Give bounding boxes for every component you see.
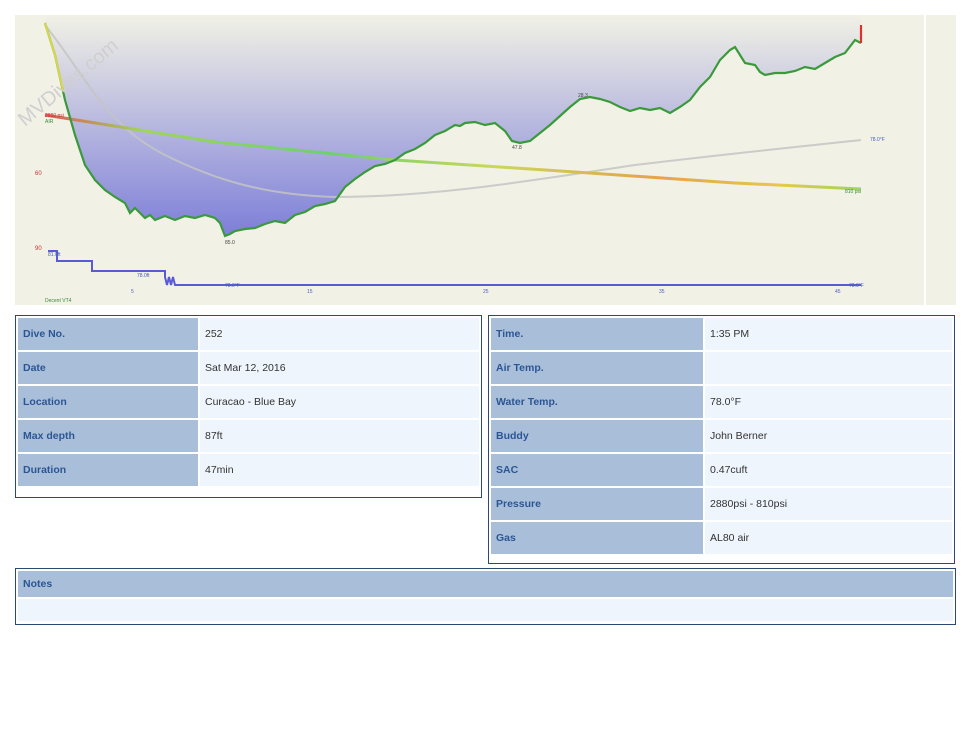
- max-depth-value: 87ft: [200, 420, 479, 452]
- duration-value: 47min: [200, 454, 479, 486]
- time-value: 1:35 PM: [705, 318, 952, 350]
- gas-label: Gas: [491, 522, 703, 554]
- time-label: Time.: [491, 318, 703, 350]
- x-tick-35: 35: [659, 289, 665, 295]
- table-row: Location Curacao - Blue Bay: [18, 386, 479, 418]
- sac-label: SAC: [491, 454, 703, 486]
- x-tick-5: 5: [131, 289, 134, 295]
- notes-panel: Notes: [15, 568, 956, 625]
- start-gas-label: AIR: [45, 119, 54, 125]
- point-label-1: 47.8: [512, 145, 522, 151]
- dive-conditions-table: Time. 1:35 PM Air Temp. Water Temp. 78.0…: [489, 316, 954, 556]
- water-temp-label: Water Temp.: [491, 386, 703, 418]
- sac-value: 0.47cuft: [705, 454, 952, 486]
- location-label: Location: [18, 386, 198, 418]
- date-label: Date: [18, 352, 198, 384]
- x-tick-15: 15: [307, 289, 313, 295]
- point-label-2: 28.3: [578, 93, 588, 99]
- location-value: Curacao - Blue Bay: [200, 386, 479, 418]
- temp-label: 78.0°F: [870, 137, 885, 143]
- pressure-label: Pressure: [491, 488, 703, 520]
- footer-label: Decent VT4: [45, 298, 72, 304]
- x-tick-45: 45: [835, 289, 841, 295]
- max-depth-field-label: Max depth: [18, 420, 198, 452]
- ceiling-label-3: 78.0°F: [225, 283, 240, 289]
- ceiling-label-4: 78.0°F: [849, 283, 864, 289]
- buddy-label: Buddy: [491, 420, 703, 452]
- max-depth-label: 85.0: [225, 240, 235, 246]
- table-row: Buddy John Berner: [491, 420, 952, 452]
- table-row: Air Temp.: [491, 352, 952, 384]
- table-row: Duration 47min: [18, 454, 479, 486]
- end-pressure-label: 810 psi: [845, 189, 861, 195]
- dive-details-table: Dive No. 252 Date Sat Mar 12, 2016 Locat…: [16, 316, 481, 488]
- dive-number-label: Dive No.: [18, 318, 198, 350]
- air-temp-label: Air Temp.: [491, 352, 703, 384]
- table-row: Gas AL80 air: [491, 522, 952, 554]
- table-row: Time. 1:35 PM: [491, 318, 952, 350]
- notes-label: Notes: [18, 571, 953, 597]
- depth-label-90: 90: [35, 246, 42, 252]
- table-row: Max depth 87ft: [18, 420, 479, 452]
- dive-profile-chart: 60 90 5 15 25 35 45 2880 psi AIR 810 psi…: [15, 15, 956, 305]
- notes-content: [18, 599, 953, 621]
- dive-number-value: 252: [200, 318, 479, 350]
- ceiling-label-2: 78.0ft: [137, 273, 150, 279]
- duration-label: Duration: [18, 454, 198, 486]
- buddy-value: John Berner: [705, 420, 952, 452]
- ceiling-label-1: 81.0ft: [48, 252, 61, 258]
- table-row: Pressure 2880psi - 810psi: [491, 488, 952, 520]
- table-row: Date Sat Mar 12, 2016: [18, 352, 479, 384]
- air-temp-value: [705, 352, 952, 384]
- gas-value: AL80 air: [705, 522, 952, 554]
- table-row: Dive No. 252: [18, 318, 479, 350]
- dive-details-panel: Dive No. 252 Date Sat Mar 12, 2016 Locat…: [15, 315, 482, 498]
- table-row: SAC 0.47cuft: [491, 454, 952, 486]
- table-row: Water Temp. 78.0°F: [491, 386, 952, 418]
- date-value: Sat Mar 12, 2016: [200, 352, 479, 384]
- water-temp-value: 78.0°F: [705, 386, 952, 418]
- pressure-value: 2880psi - 810psi: [705, 488, 952, 520]
- depth-label-60: 60: [35, 171, 42, 177]
- dive-conditions-panel: Time. 1:35 PM Air Temp. Water Temp. 78.0…: [488, 315, 955, 564]
- x-tick-25: 25: [483, 289, 489, 295]
